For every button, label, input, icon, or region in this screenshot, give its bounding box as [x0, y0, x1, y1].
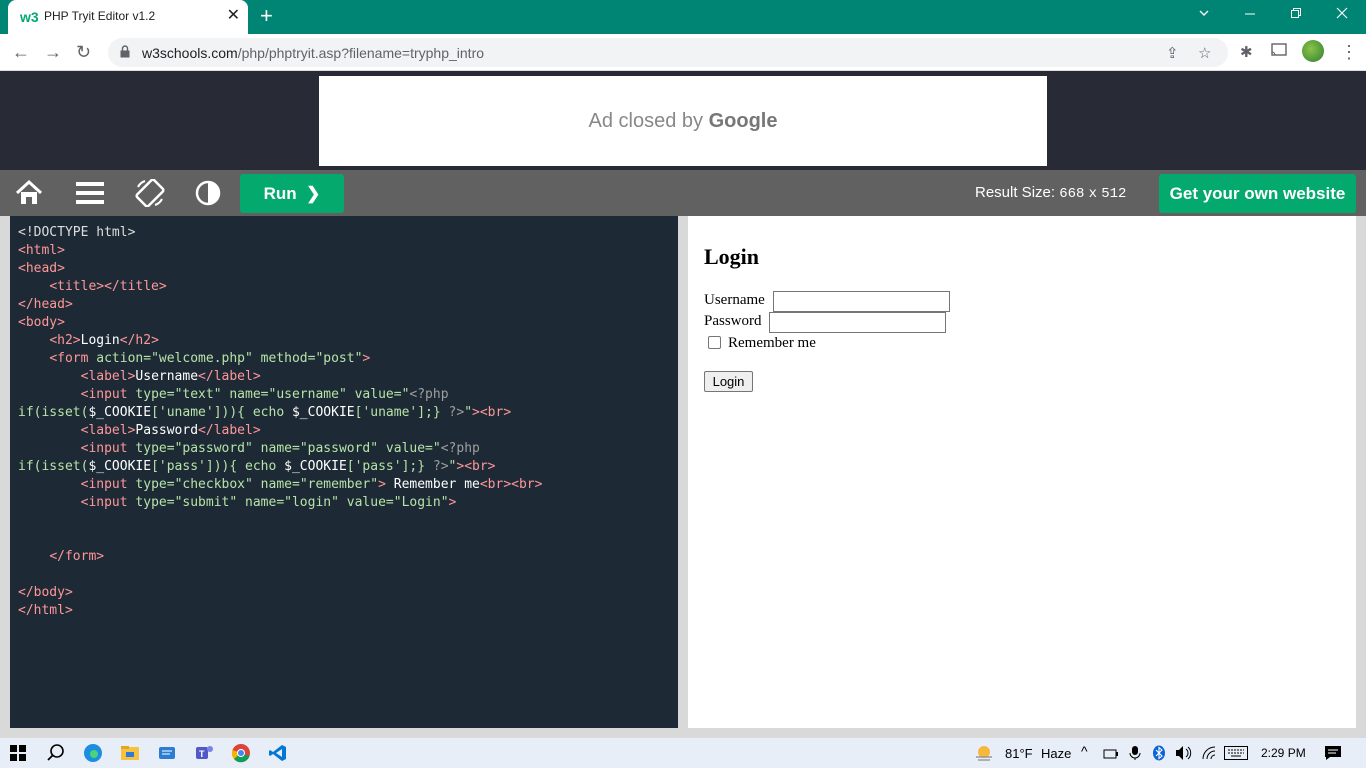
ad-closed-label: Ad closed by	[588, 110, 704, 132]
bluetooth-icon[interactable]	[1152, 745, 1166, 761]
windows-taskbar: T 81°F Haze ^ 2:29 PM	[0, 738, 1366, 768]
editor-toolbar: Run ❯ Result Size: 668 x 512 Get your ow…	[0, 170, 1366, 216]
ad-box: Ad closed by Google	[319, 76, 1047, 166]
ad-closed-text: Ad closed by Google	[319, 110, 1047, 133]
login-submit-button[interactable]: Login	[704, 371, 753, 392]
notes-app-icon[interactable]	[157, 743, 177, 763]
weather-temperature: 81°F	[1005, 746, 1033, 761]
show-hidden-icons-chevron-icon[interactable]: ^	[1081, 743, 1088, 759]
microphone-icon[interactable]	[1128, 745, 1142, 761]
password-label: Password	[704, 313, 762, 329]
ad-banner-area: Ad closed by Google	[0, 71, 1366, 170]
share-icon[interactable]: ⇪	[1166, 44, 1179, 62]
notifications-icon[interactable]	[1324, 745, 1342, 761]
result-height: 512	[1101, 186, 1127, 202]
extensions-puzzle-icon[interactable]: ✱	[1240, 43, 1253, 61]
forward-icon[interactable]: →	[44, 42, 62, 62]
browser-tab[interactable]: w3 PHP Tryit Editor v1.2 ✕	[8, 0, 248, 34]
windows-start-icon[interactable]	[10, 745, 26, 761]
theme-contrast-icon[interactable]	[193, 179, 223, 207]
url-host: w3schools.com	[142, 45, 238, 61]
file-explorer-icon[interactable]	[120, 743, 140, 763]
code-editor[interactable]: <!DOCTYPE html> <html> <head> <title></t…	[10, 216, 678, 728]
reload-icon[interactable]: ↻	[76, 42, 91, 62]
back-icon[interactable]: ←	[12, 42, 30, 62]
w3schools-favicon-icon: w3	[20, 9, 39, 25]
chrome-icon[interactable]	[231, 743, 251, 763]
cast-icon[interactable]	[1271, 43, 1287, 61]
lock-icon	[120, 45, 130, 58]
weather-description: Haze	[1041, 746, 1072, 761]
minimize-icon[interactable]	[1244, 6, 1256, 22]
profile-avatar[interactable]	[1302, 40, 1324, 62]
result-width: 668	[1059, 186, 1085, 202]
remember-checkbox[interactable]	[708, 336, 721, 349]
weather-hazy-sun-icon	[976, 746, 992, 761]
browser-toolbar: ← → ↻ w3schools.com/php/phptryit.asp?fil…	[0, 34, 1366, 71]
result-size: Result Size: 668 x 512	[975, 184, 1126, 202]
result-size-label: Result Size:	[975, 184, 1056, 201]
clock-time[interactable]: 2:29 PM	[1261, 746, 1306, 760]
teams-icon[interactable]: T	[194, 743, 214, 763]
password-input[interactable]	[769, 312, 946, 333]
run-button[interactable]: Run ❯	[240, 174, 344, 213]
username-input[interactable]	[773, 291, 950, 312]
google-logo-text: Google	[708, 110, 778, 132]
remember-label: Remember me	[728, 335, 816, 351]
browser-tab-strip: w3 PHP Tryit Editor v1.2 ✕ +	[0, 0, 1366, 34]
tab-search-icon[interactable]	[1198, 6, 1210, 22]
login-heading: Login	[704, 244, 760, 269]
svg-text:T: T	[199, 749, 205, 759]
search-icon[interactable]	[46, 743, 66, 763]
url-text: w3schools.com/php/phptryit.asp?filename=…	[142, 45, 484, 61]
url-path: /php/phptryit.asp?filename=tryphp_intro	[237, 45, 485, 61]
new-tab-icon[interactable]: +	[260, 5, 273, 27]
close-tab-icon[interactable]: ✕	[227, 7, 240, 25]
tab-title: PHP Tryit Editor v1.2	[44, 9, 156, 23]
menu-icon[interactable]	[75, 179, 105, 207]
keyboard-icon[interactable]	[1224, 746, 1248, 760]
address-bar[interactable]: w3schools.com/php/phptryit.asp?filename=…	[108, 38, 1228, 67]
wifi-icon[interactable]	[1201, 745, 1217, 761]
get-your-own-website-button[interactable]: Get your own website	[1159, 174, 1356, 213]
close-window-icon[interactable]	[1336, 6, 1348, 22]
bookmark-star-icon[interactable]: ☆	[1198, 44, 1211, 62]
run-label: Run	[263, 184, 297, 203]
result-panel: Login Username Password Remember me Logi…	[688, 216, 1356, 728]
vscode-icon[interactable]	[268, 743, 288, 763]
network-icon[interactable]	[1103, 745, 1119, 761]
home-icon[interactable]	[14, 179, 44, 207]
rotate-layout-icon[interactable]	[135, 179, 165, 207]
username-label: Username	[704, 292, 765, 308]
chrome-menu-icon[interactable]: ⋮	[1340, 42, 1358, 62]
result-x: x	[1088, 186, 1098, 202]
restore-icon[interactable]	[1290, 6, 1302, 22]
edge-browser-icon[interactable]	[83, 743, 103, 763]
volume-icon[interactable]	[1175, 745, 1193, 761]
